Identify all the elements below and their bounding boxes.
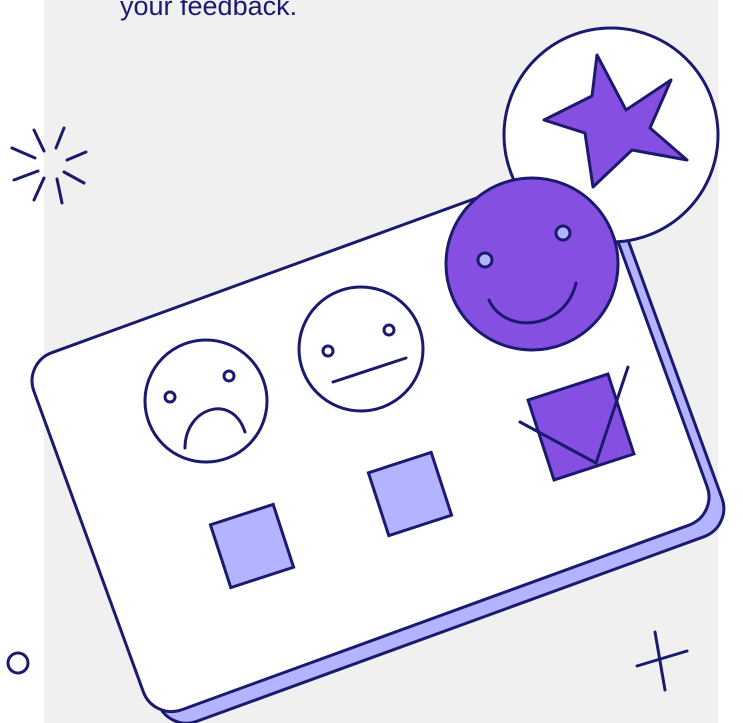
sparkle-icon [10,126,88,205]
feedback-illustration [6,26,726,723]
sad-face-icon [143,338,269,464]
ring-icon [6,651,30,675]
plus-icon [635,630,689,692]
neutral-face-icon [297,285,425,413]
happy-face-icon [444,176,620,352]
